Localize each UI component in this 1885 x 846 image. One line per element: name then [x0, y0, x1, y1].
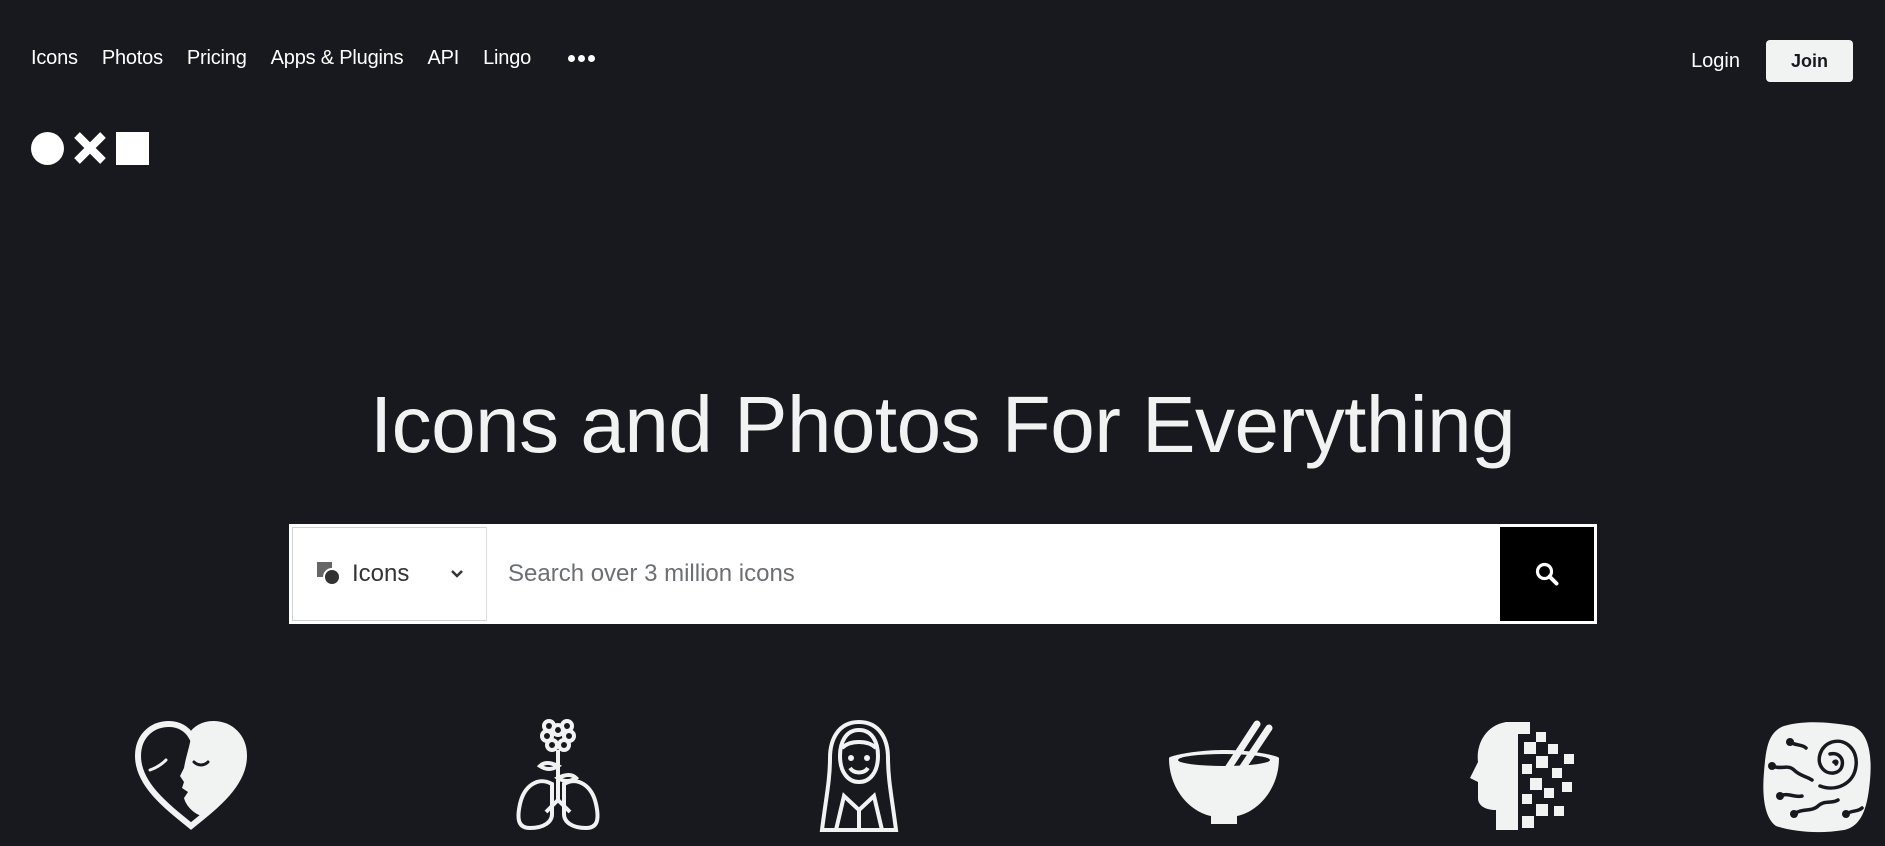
- woman-portrait-icon[interactable]: [816, 718, 902, 834]
- lungs-flower-icon[interactable]: [512, 718, 604, 832]
- hero-title: Icons and Photos For Everything: [369, 380, 1516, 469]
- ammonite-fossil-icon[interactable]: [1760, 718, 1874, 834]
- nav-link-api[interactable]: API: [427, 47, 459, 70]
- chevron-down-icon: [451, 570, 463, 578]
- search-input[interactable]: [487, 527, 1500, 621]
- nav-link-photos[interactable]: Photos: [102, 47, 163, 70]
- heart-face-icon[interactable]: [132, 718, 250, 832]
- nav-link-icons[interactable]: Icons: [31, 47, 78, 70]
- account-nav: Login Join: [1691, 40, 1853, 82]
- more-dots-icon[interactable]: [568, 55, 596, 62]
- icons-type-icon: [317, 562, 341, 586]
- search-icon: [1535, 562, 1559, 586]
- search-type-label: Icons: [352, 560, 410, 587]
- search-button[interactable]: [1500, 527, 1594, 621]
- login-link[interactable]: Login: [1691, 50, 1740, 73]
- search-type-dropdown[interactable]: Icons: [292, 527, 487, 621]
- logo-square-icon: [116, 131, 149, 165]
- logo-cross-icon: [74, 132, 106, 164]
- logo-circle-icon: [31, 131, 64, 165]
- bowl-chopsticks-icon[interactable]: [1165, 718, 1283, 830]
- showcase-icons: [0, 718, 1885, 846]
- search-bar: Icons: [289, 524, 1597, 624]
- nav-link-lingo[interactable]: Lingo: [483, 47, 531, 70]
- top-nav: Icons Photos Pricing Apps & Plugins API …: [31, 47, 596, 70]
- logo[interactable]: [31, 131, 149, 165]
- nav-link-pricing[interactable]: Pricing: [187, 47, 247, 70]
- pixel-head-icon[interactable]: [1466, 718, 1580, 834]
- join-button[interactable]: Join: [1766, 40, 1853, 82]
- nav-link-apps-plugins[interactable]: Apps & Plugins: [271, 47, 404, 70]
